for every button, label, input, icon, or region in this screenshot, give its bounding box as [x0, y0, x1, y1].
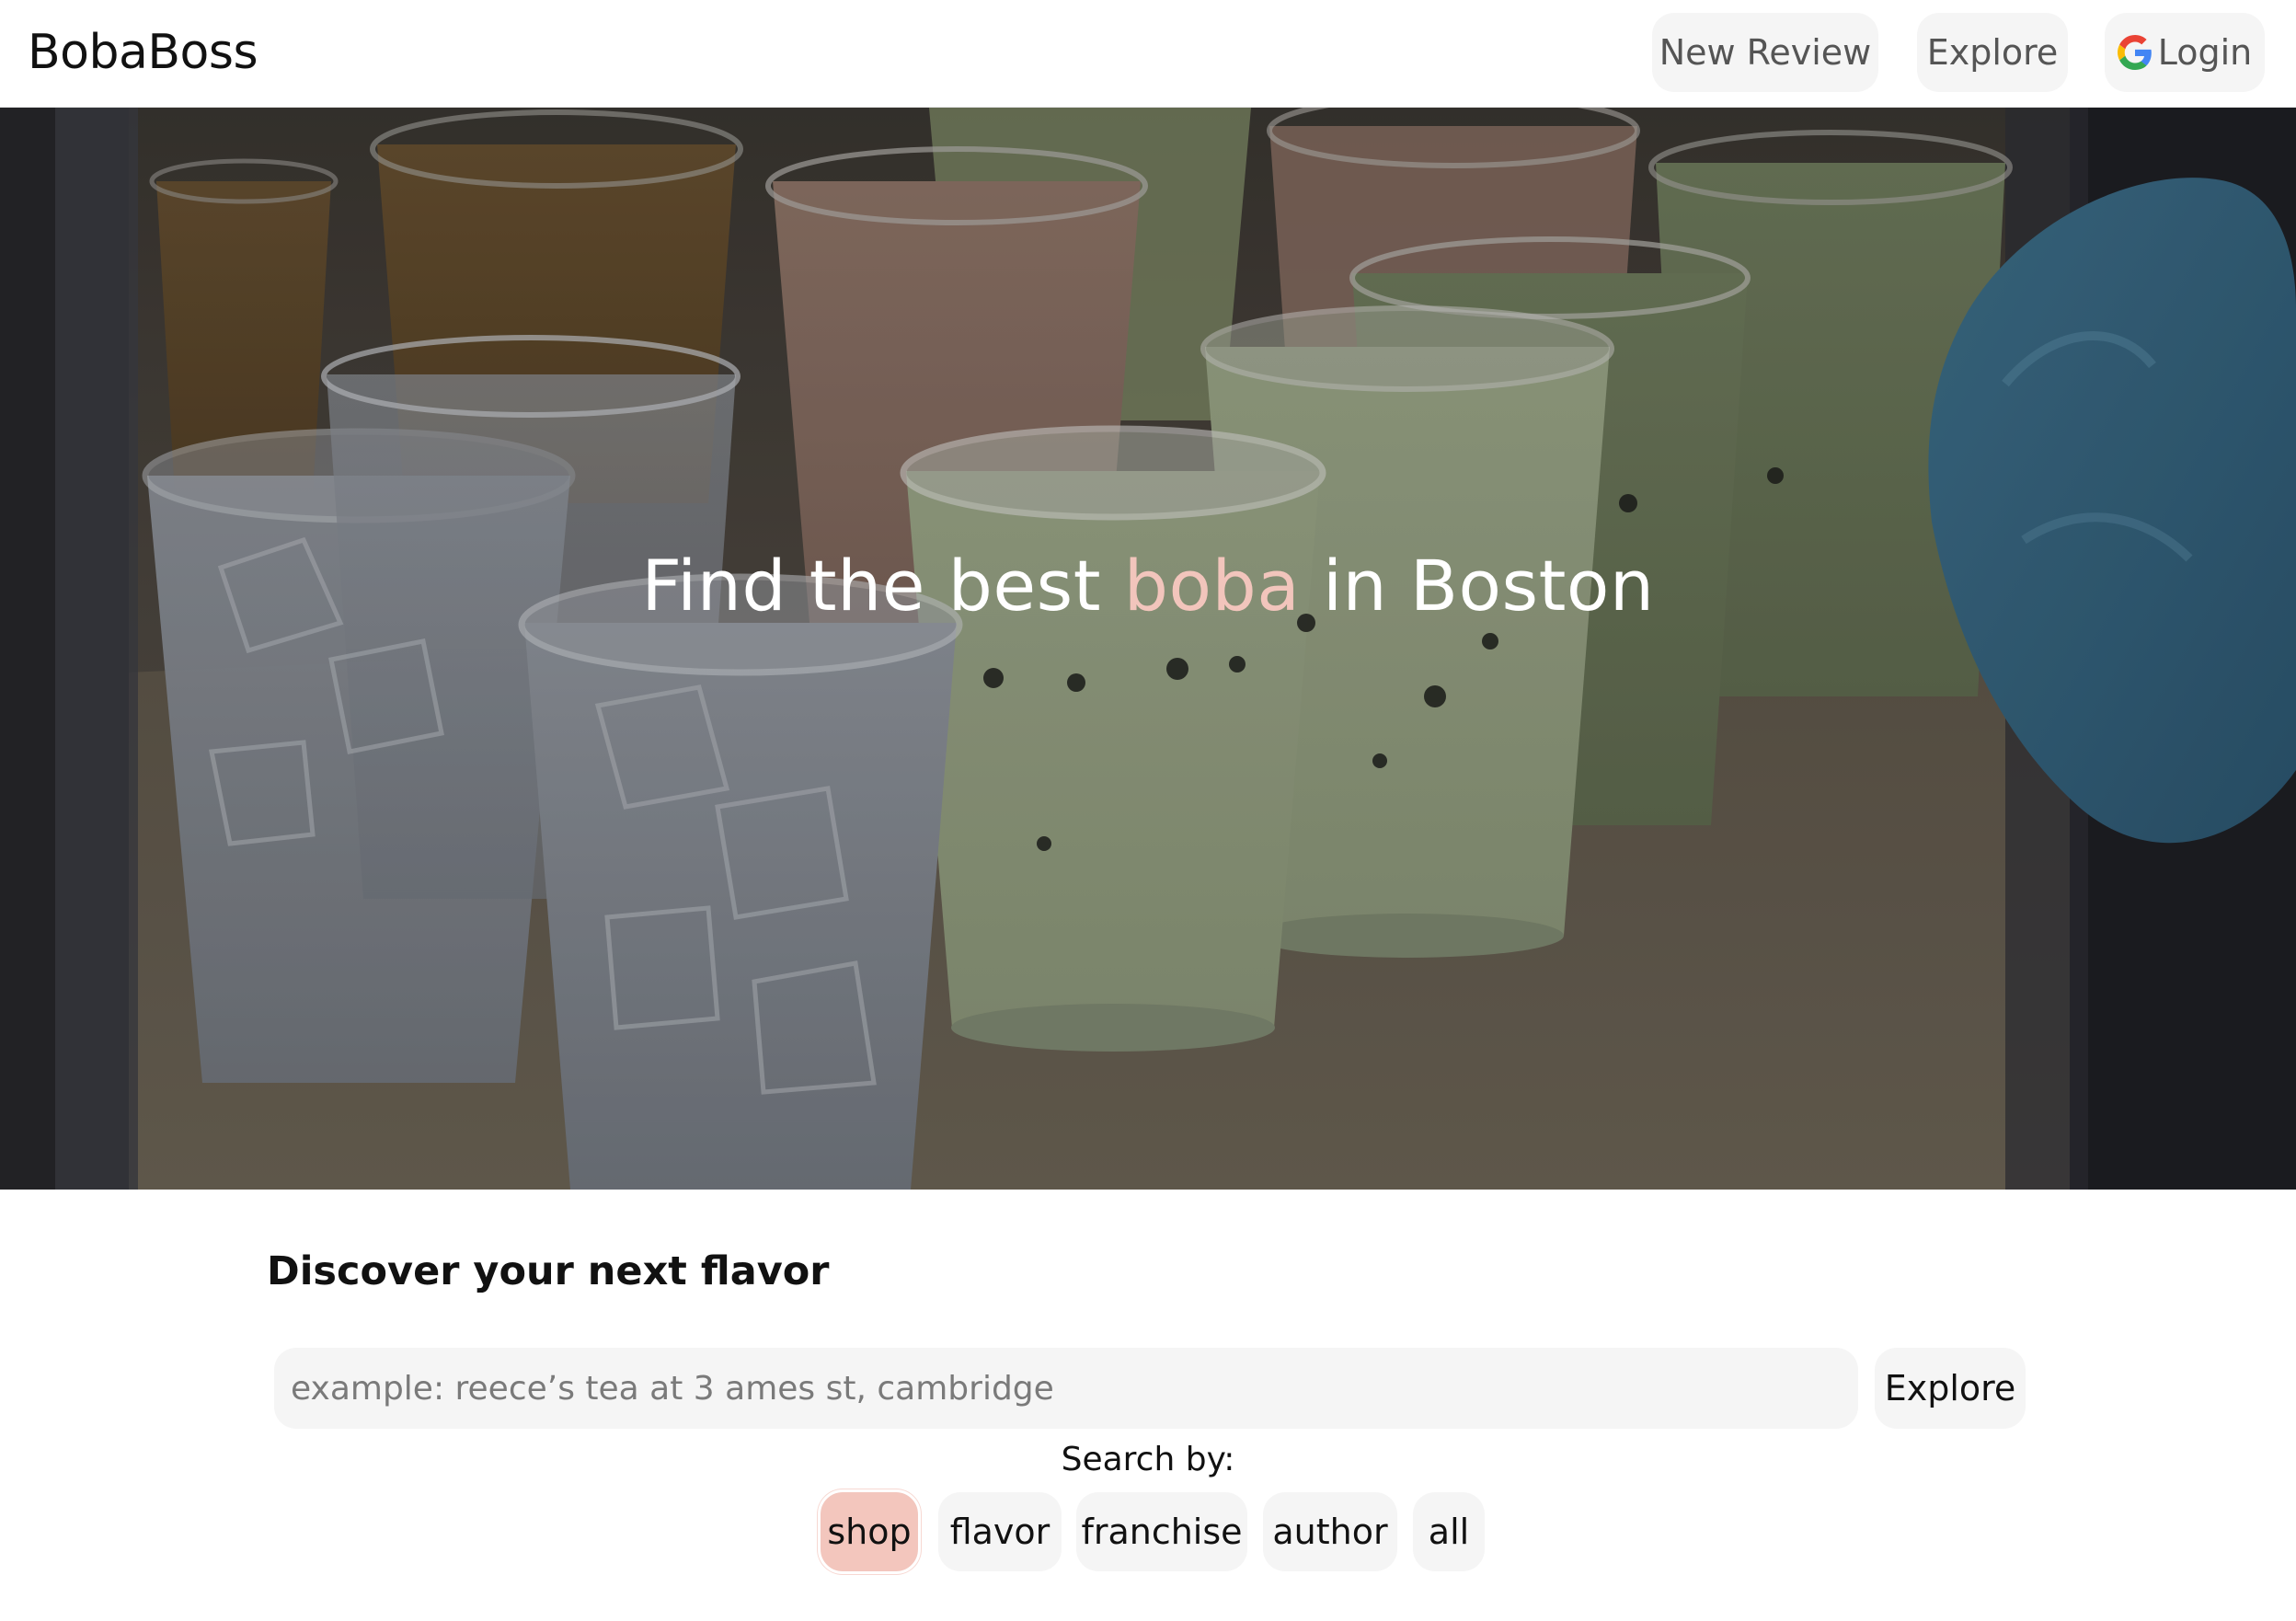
- filter-chip-author[interactable]: author: [1263, 1492, 1397, 1571]
- nav-explore-label: Explore: [1926, 32, 2059, 73]
- filter-chip-label: shop: [827, 1512, 912, 1552]
- hero-title-accent: boba: [1123, 545, 1301, 627]
- new-review-label: New Review: [1659, 32, 1872, 73]
- new-review-button[interactable]: New Review: [1652, 13, 1878, 92]
- login-button[interactable]: Login: [2105, 13, 2265, 92]
- filter-chip-flavor[interactable]: flavor: [938, 1492, 1062, 1571]
- filter-chip-label: all: [1428, 1512, 1470, 1552]
- discover-heading: Discover your next flavor: [267, 1248, 830, 1294]
- filter-chip-shop[interactable]: shop: [818, 1489, 921, 1574]
- nav-explore-button[interactable]: Explore: [1917, 13, 2068, 92]
- hero-title-after: in Boston: [1300, 545, 1655, 627]
- filter-chip-label: franchise: [1081, 1512, 1243, 1552]
- search-explore-label: Explore: [1884, 1368, 2016, 1408]
- filter-chip-label: flavor: [949, 1512, 1050, 1552]
- filter-chip-franchise[interactable]: franchise: [1076, 1492, 1247, 1571]
- hero-headline: Find the best boba in Boston: [0, 540, 2296, 632]
- login-label: Login: [2157, 32, 2253, 73]
- google-icon: [2117, 35, 2152, 70]
- hero-banner: Find the best boba in Boston: [0, 108, 2296, 1190]
- search-explore-button[interactable]: Explore: [1875, 1348, 2026, 1429]
- brand-logo-text[interactable]: BobaBoss: [28, 20, 258, 85]
- filter-chip-all[interactable]: all: [1413, 1492, 1485, 1571]
- filter-chip-label: author: [1272, 1512, 1388, 1552]
- top-navbar: BobaBoss New Review Explore Login: [0, 0, 2296, 108]
- hero-dim-overlay: [0, 108, 2296, 1190]
- search-by-label: Search by:: [1061, 1441, 1235, 1478]
- hero-title-before: Find the best: [641, 545, 1124, 627]
- search-input[interactable]: [274, 1348, 1858, 1429]
